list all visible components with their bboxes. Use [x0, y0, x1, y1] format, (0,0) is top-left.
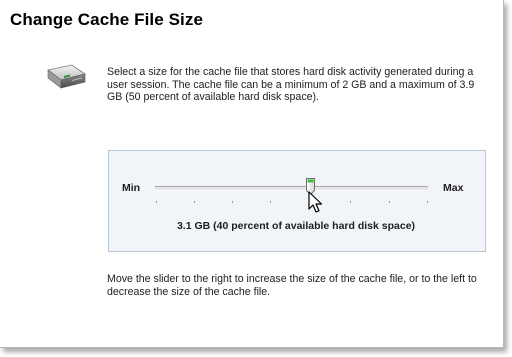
description-text: Select a size for the cache file that st…	[107, 66, 475, 103]
slider-panel	[108, 150, 486, 252]
slider-tick	[232, 201, 233, 203]
slider-tick	[270, 201, 271, 203]
page: Change Cache File Size Select a size for…	[0, 0, 512, 357]
slider-tick	[194, 201, 195, 203]
slider-value-text: 3.1 GB (40 percent of available hard dis…	[176, 220, 416, 232]
dialog-title: Change Cache File Size	[10, 10, 204, 29]
slider-track[interactable]	[155, 186, 428, 191]
mouse-pointer-icon	[308, 191, 323, 213]
slider-tick	[389, 201, 390, 203]
slider-tick	[350, 201, 351, 203]
slider-tick	[427, 201, 428, 203]
hard-disk-icon	[47, 64, 86, 89]
slider-min-label: Min	[122, 182, 141, 194]
help-text: Move the slider to the right to increase…	[107, 273, 477, 298]
slider-tick	[156, 201, 157, 203]
slider-max-label: Max	[443, 182, 464, 194]
